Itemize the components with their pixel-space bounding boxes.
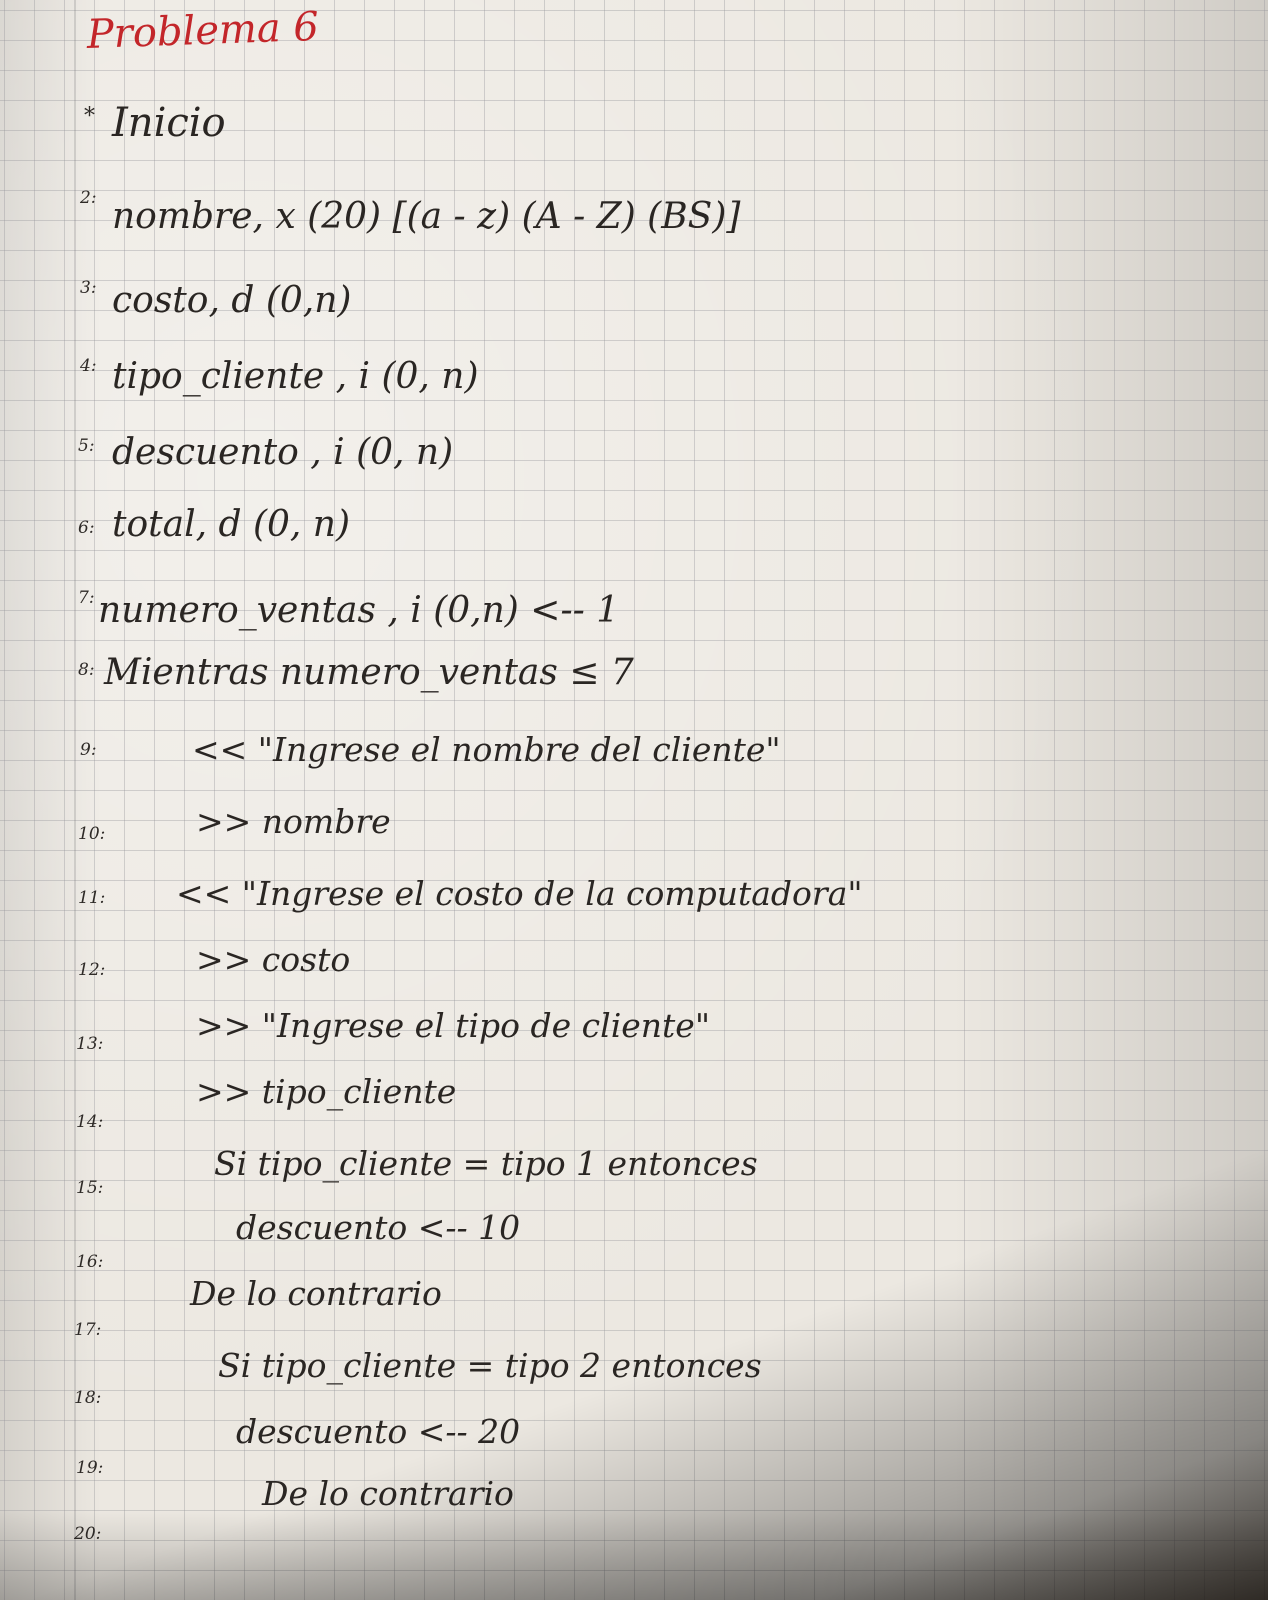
line-number: 12: [78,960,106,980]
line-number: 3: [80,278,97,298]
code-line: nombre, x (20) [(a - z) (A - Z) (BS)] [112,196,741,237]
line-number: 20: [74,1524,102,1544]
line-number: 18: [74,1388,102,1408]
line-number: 8: [78,660,95,680]
line-number: 2: [80,188,97,208]
line-number: 13: [76,1034,104,1054]
line-number: 19: [76,1458,104,1478]
line-number: 11: [78,888,106,908]
code-line: descuento <-- 20 [236,1412,521,1451]
code-line: Si tipo_cliente = tipo 2 entonces [218,1346,762,1385]
code-line: >> "Ingrese el tipo de cliente" [196,1006,710,1045]
line-number: 9: [80,740,97,760]
line-number: * [84,104,95,129]
line-number: 5: [78,436,95,456]
code-line: << "Ingrese el costo de la computadora" [176,874,863,913]
margin-line [74,0,76,1600]
code-line: De lo contrario [262,1474,514,1513]
line-number: 16: [76,1252,104,1272]
line-number: 10: [78,824,106,844]
code-line: descuento , i (0, n) [112,432,454,473]
code-line: >> costo [196,940,351,979]
line-number: 7: [78,588,95,608]
line-number: 17: [74,1320,102,1340]
code-line: >> tipo_cliente [196,1072,457,1111]
notebook-page: Problema 6 * 2: 3: 4: 5: 6: 7: 8: 9: 10:… [0,0,1268,1600]
line-number: 4: [80,356,97,376]
code-line: tipo_cliente , i (0, n) [112,356,479,397]
page-title: Problema 6 [86,3,320,58]
line-number: 15: [76,1178,104,1198]
line-number: 14: [76,1112,104,1132]
line-number: 6: [78,518,95,538]
code-line: Inicio [112,100,226,146]
code-line: costo, d (0,n) [112,280,352,321]
code-line: De lo contrario [190,1274,442,1313]
code-line: Si tipo_cliente = tipo 1 entonces [214,1144,758,1183]
shadow [0,1510,1268,1600]
code-line: Mientras numero_ventas ≤ 7 [104,652,634,693]
code-line: numero_ventas , i (0,n) <-- 1 [98,590,620,631]
code-line: << "Ingrese el nombre del cliente" [192,730,781,769]
code-line: descuento <-- 10 [236,1208,521,1247]
code-line: >> nombre [196,802,391,841]
code-line: total, d (0, n) [112,504,351,545]
